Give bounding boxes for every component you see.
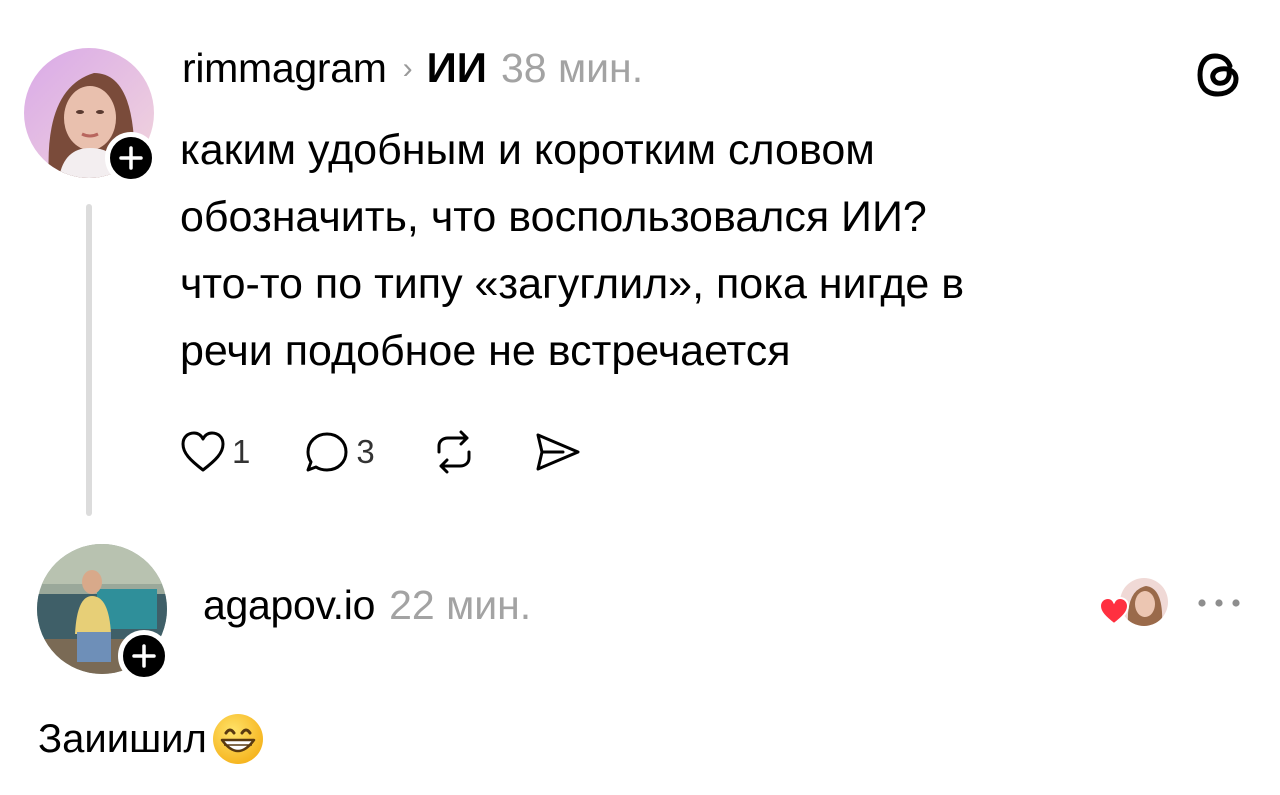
more-dots-icon[interactable]: [1196, 596, 1242, 615]
reply-meta: agapov.io 22 мин.: [203, 582, 531, 629]
post-topic[interactable]: ИИ: [427, 44, 487, 92]
comment-button[interactable]: 3: [304, 430, 375, 474]
grinning-emoji-icon: [212, 714, 263, 764]
comment-bubble-icon: [306, 432, 348, 472]
post-line: что-то по типу «загуглил», пока нигде в: [180, 260, 965, 308]
post-timestamp: 38 мин.: [500, 45, 644, 91]
follow-reply-author-button[interactable]: [118, 630, 170, 682]
like-button[interactable]: 1: [180, 430, 250, 474]
like-count: 1: [232, 433, 251, 470]
heart-icon: [181, 431, 225, 472]
post-actions: 1 3: [180, 430, 637, 474]
post-meta: rimmagram › ИИ 38 мин.: [182, 44, 643, 92]
threads-logo-icon[interactable]: [1194, 50, 1244, 105]
send-icon: [536, 433, 580, 471]
post-line: обозначить, что воспользовался ИИ?: [180, 193, 927, 241]
reply-timestamp: 22 мин.: [389, 582, 532, 628]
post-line: речи подобное не встречается: [180, 327, 791, 375]
post-username[interactable]: rimmagram: [182, 45, 387, 92]
repost-icon: [437, 430, 471, 474]
comment-count: 3: [356, 433, 375, 470]
reply-text: Заиишил: [38, 716, 207, 761]
plus-icon: [132, 644, 156, 668]
reply-body: Заиишил: [38, 712, 265, 766]
share-button[interactable]: [533, 430, 583, 474]
author-liked-heart-icon: [1098, 578, 1170, 628]
follow-author-button[interactable]: [105, 132, 157, 184]
post-body: каким удобным и коротким словом обозначи…: [180, 117, 964, 385]
post-line: каким удобным и коротким словом: [180, 126, 875, 174]
chevron-right-icon: ›: [402, 52, 413, 85]
thread-line: [86, 204, 92, 516]
repost-button[interactable]: [429, 430, 479, 474]
plus-icon: [119, 146, 143, 170]
reply-username[interactable]: agapov.io: [203, 582, 375, 629]
